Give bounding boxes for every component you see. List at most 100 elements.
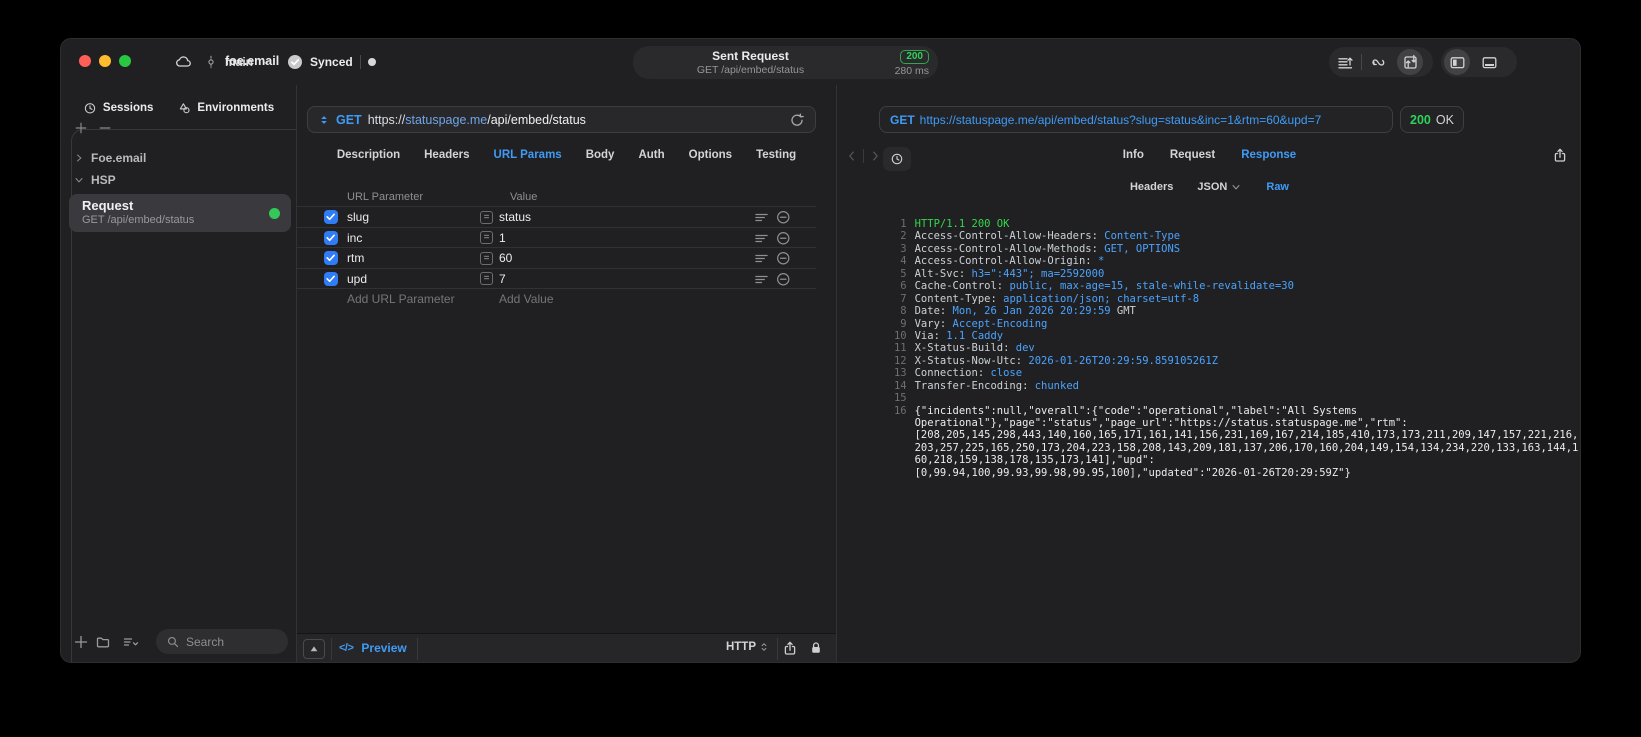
chevron-down-icon[interactable] <box>73 174 85 186</box>
add-session-icon[interactable] <box>74 121 88 135</box>
response-line: 1 HTTP/1.1 200 OK <box>837 206 1578 230</box>
remove-param-icon[interactable] <box>776 272 791 287</box>
param-options-icon[interactable] <box>754 251 769 266</box>
param-value-input[interactable]: 7 <box>499 272 506 286</box>
tree-group-label: Foe.email <box>91 151 147 165</box>
project-name[interactable]: foe.email <box>225 54 279 68</box>
sidebar-tab-environments[interactable]: Environments <box>177 101 274 115</box>
import-list-icon[interactable] <box>1329 47 1361 77</box>
line-number: 3 <box>900 242 907 255</box>
sidebar-add-remove <box>74 121 112 135</box>
column-value: Value <box>510 191 538 203</box>
param-options-icon[interactable] <box>754 272 769 287</box>
request-url-bar[interactable]: GET https://statuspage.me/api/embed/stat… <box>307 106 816 133</box>
response-subtab-json[interactable]: JSON <box>1197 181 1242 193</box>
param-row: rtm = 60 <box>297 248 816 269</box>
new-request-icon[interactable] <box>73 634 89 650</box>
minimize-window-button[interactable] <box>99 55 111 67</box>
tab-options[interactable]: Options <box>689 149 732 161</box>
zoom-window-button[interactable] <box>119 55 131 67</box>
add-param-value[interactable]: Add Value <box>499 292 554 306</box>
response-tabs: Info Request Response <box>837 149 1580 161</box>
share-icon[interactable] <box>782 640 798 656</box>
param-value-input[interactable]: 60 <box>499 251 512 265</box>
sidebar-tab-sessions[interactable]: Sessions <box>83 101 153 115</box>
tab-body[interactable]: Body <box>586 149 615 161</box>
param-name-input[interactable]: upd <box>347 272 367 286</box>
sort-list-icon[interactable] <box>123 634 139 650</box>
clock-icon <box>83 101 97 115</box>
param-checkbox[interactable] <box>324 210 338 224</box>
sent-request-url-bar[interactable]: GET https://statuspage.me/api/embed/statu… <box>879 106 1393 133</box>
response-line: 16 {"incidents":null,"overall":{"code":"o… <box>837 393 1578 417</box>
request-method[interactable]: GET <box>336 113 362 127</box>
equals-icon: = <box>480 272 493 285</box>
response-tab-request[interactable]: Request <box>1170 149 1215 161</box>
resend-request-icon[interactable] <box>789 112 805 128</box>
request-url[interactable]: https://statuspage.me/api/embed/status <box>368 113 586 127</box>
toolbar-group-left <box>1329 47 1433 77</box>
new-folder-icon[interactable] <box>95 634 111 650</box>
param-options-icon[interactable] <box>754 210 769 225</box>
response-tab-response[interactable]: Response <box>1241 149 1296 161</box>
collapse-panel-button[interactable] <box>303 639 325 659</box>
protocol-select[interactable]: HTTP <box>726 641 770 653</box>
tab-headers[interactable]: Headers <box>424 149 469 161</box>
sent-request-pill[interactable]: Sent Request GET /api/embed/status 200 2… <box>633 46 938 79</box>
sync-status-label: Synced <box>310 55 353 69</box>
sidebar-tab-label: Environments <box>197 102 275 114</box>
line-number: 14 <box>893 379 907 392</box>
tab-url-params[interactable]: URL Params <box>494 149 562 161</box>
param-checkbox[interactable] <box>324 230 338 245</box>
export-response-icon[interactable] <box>1552 147 1568 163</box>
param-row: inc = 1 <box>297 228 816 248</box>
sidebar-tabs: Sessions Environments <box>61 101 296 115</box>
param-value-input[interactable]: status <box>499 210 531 224</box>
tab-auth[interactable]: Auth <box>638 149 664 161</box>
line-number: 15 <box>893 392 907 405</box>
preview-button[interactable]: </> Preview <box>339 641 407 655</box>
add-param-name[interactable]: Add URL Parameter <box>347 292 455 306</box>
tree-request-item[interactable]: Request GET /api/embed/status <box>69 194 291 232</box>
response-subtab-raw[interactable]: Raw <box>1266 181 1289 193</box>
line-number: 9 <box>900 317 907 330</box>
params-header: URL Parameter Value <box>297 191 816 206</box>
send-receive-icon[interactable] <box>1397 49 1423 75</box>
tab-testing[interactable]: Testing <box>756 149 796 161</box>
lock-icon[interactable] <box>808 640 824 656</box>
tab-description[interactable]: Description <box>337 149 400 161</box>
remove-session-icon[interactable] <box>98 121 112 135</box>
toggle-sidebar-icon[interactable] <box>1444 49 1470 75</box>
param-value-input[interactable]: 1 <box>499 231 506 245</box>
synced-check-icon <box>287 54 303 70</box>
request-duration: 280 ms <box>894 65 929 77</box>
param-options-icon[interactable] <box>754 231 769 246</box>
search-icon <box>166 635 180 649</box>
status-code-badge: 200 <box>900 50 929 64</box>
toggle-bottom-panel-icon[interactable] <box>1473 47 1505 77</box>
param-name-input[interactable]: slug <box>347 210 369 224</box>
response-subtab-headers[interactable]: Headers <box>1130 181 1173 193</box>
line-number: 16 <box>893 404 907 417</box>
remove-param-icon[interactable] <box>776 210 791 225</box>
param-name-input[interactable]: inc <box>347 231 362 245</box>
tree-group-foe.email[interactable]: Foe.email <box>69 147 291 169</box>
response-tab-info[interactable]: Info <box>1123 149 1144 161</box>
method-stepper-icon[interactable] <box>318 114 330 126</box>
param-checkbox[interactable] <box>324 251 338 265</box>
search-input[interactable]: Search <box>156 629 288 654</box>
chevron-right-icon[interactable] <box>73 152 85 164</box>
tree-group-hsp[interactable]: HSP <box>69 169 291 191</box>
cloud-icon <box>175 54 191 70</box>
remove-param-icon[interactable] <box>776 251 791 266</box>
param-name-input[interactable]: rtm <box>347 251 364 265</box>
close-window-button[interactable] <box>79 55 91 67</box>
preview-label: Preview <box>361 641 407 655</box>
response-body[interactable]: 1 HTTP/1.1 200 OK 2 Access-Control-Allow-H… <box>837 206 1578 662</box>
line-number: 7 <box>900 292 907 305</box>
response-subtabs: Headers JSON Raw <box>837 181 1580 193</box>
sync-loop-icon[interactable] <box>1362 47 1394 77</box>
add-param-row: Add URL Parameter Add Value <box>297 289 816 309</box>
remove-param-icon[interactable] <box>776 231 791 246</box>
param-checkbox[interactable] <box>324 271 338 286</box>
